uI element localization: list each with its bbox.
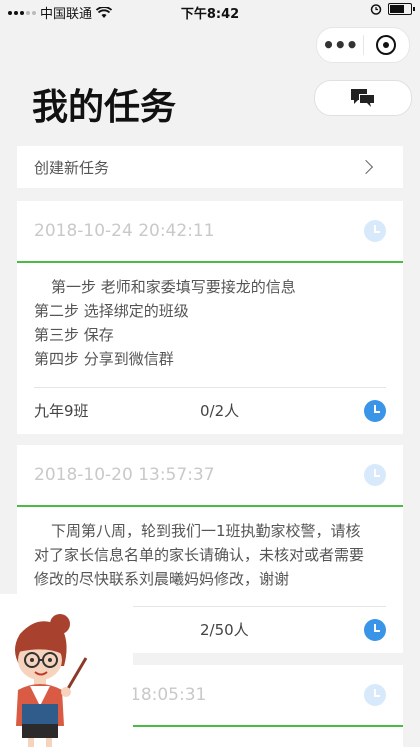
chat-icon [351, 89, 375, 107]
teacher-illustration [15, 614, 88, 747]
task-card-header: 2018-10-20 13:57:37 [17, 445, 403, 507]
clock-icon[interactable] [364, 400, 386, 422]
task-line: 第四步 分享到微信群 [34, 350, 174, 368]
task-card[interactable]: 2018-10-24 20:42:11 第一步 老师和家委填写要接龙的信息 第二… [17, 201, 403, 434]
task-card-header: 2018-10-24 20:42:11 [17, 201, 403, 263]
clock-icon [364, 220, 386, 242]
task-content: 下周第八周，轮到我们一1班执勤家校警，请核 对了家长信息名单的家长请确认，未核对… [17, 507, 403, 606]
chevron-right-icon [358, 159, 374, 175]
status-right [370, 3, 415, 15]
alarm-icon [370, 4, 382, 15]
participant-count: 2/50人 [200, 621, 249, 639]
clock-icon [364, 464, 386, 486]
target-icon [376, 35, 397, 55]
battery-icon [388, 3, 415, 15]
task-footer: 九年9班 0/2人 [34, 387, 386, 434]
task-line: 对了家长信息名单的家长请确认，未核对或者需要 [34, 546, 365, 564]
message-button[interactable] [314, 80, 412, 116]
create-task-row[interactable]: 创建新任务 [17, 146, 403, 188]
create-task-label: 创建新任务 [34, 158, 110, 177]
task-time: 18:05:31 [130, 685, 207, 705]
task-time: 2018-10-20 13:57:37 [34, 465, 215, 485]
task-line: 第三步 保存 [34, 326, 114, 344]
task-line: 下周第八周，轮到我们一1班执勤家校警，请核 [51, 522, 361, 540]
more-button[interactable]: ••• [317, 28, 363, 62]
participant-count: 0/2人 [200, 402, 240, 420]
status-bar: 中国联通 下午8:42 [0, 0, 420, 24]
task-content: 第一步 老师和家委填写要接龙的信息 第二步 选择绑定的班级 第三步 保存 第四步… [17, 263, 403, 387]
clock-icon[interactable] [364, 619, 386, 641]
page-title: 我的任务 [32, 87, 177, 128]
miniprogram-capsule: ••• [316, 27, 410, 63]
task-line: 第一步 老师和家委填写要接龙的信息 [51, 278, 296, 296]
status-time: 下午8:42 [180, 7, 240, 22]
task-line: 修改的尽快联系刘晨曦妈妈修改，谢谢 [34, 570, 290, 588]
teacher-mascot [0, 594, 133, 747]
clock-icon [364, 684, 386, 706]
task-line: 第二步 选择绑定的班级 [34, 302, 189, 320]
task-time: 2018-10-24 20:42:11 [34, 221, 215, 241]
class-name: 九年9班 [34, 402, 89, 420]
close-button[interactable] [364, 35, 410, 55]
